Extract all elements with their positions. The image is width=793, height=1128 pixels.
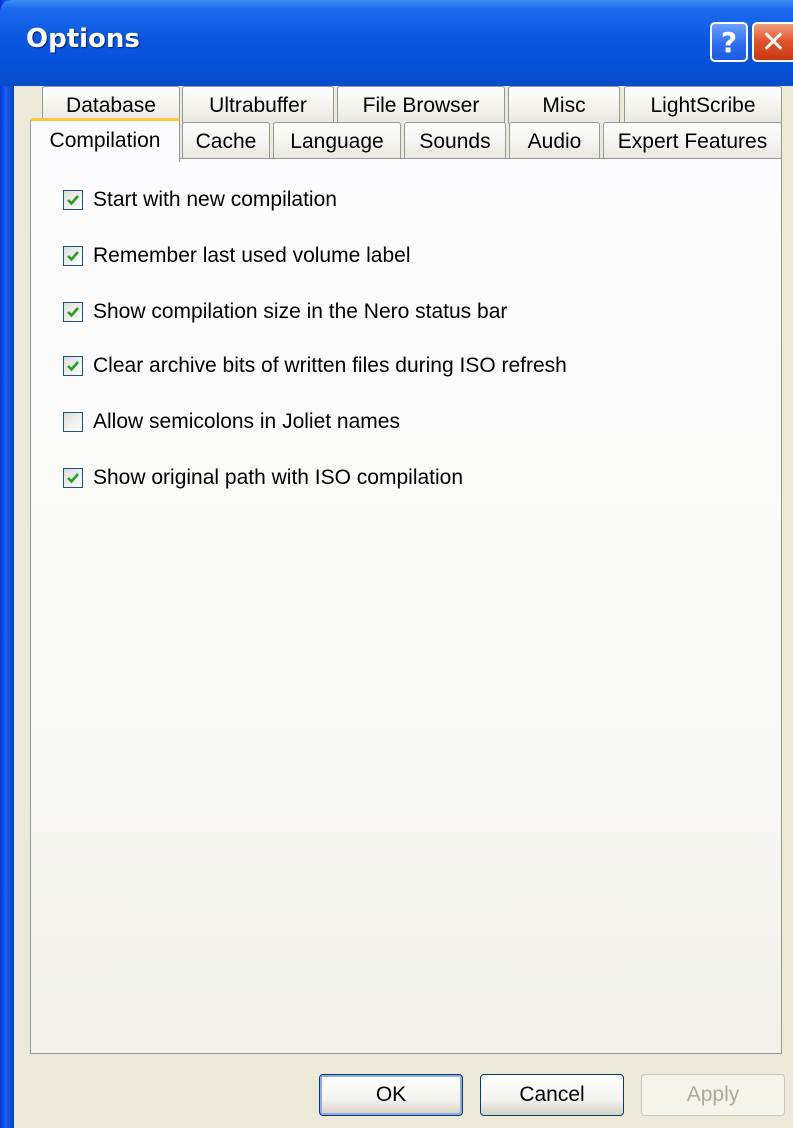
option-label: Show compilation size in the Nero status… [93, 300, 508, 323]
checkmark-icon [67, 195, 79, 206]
tab-label: Compilation [49, 129, 161, 152]
option-label: Start with new compilation [93, 188, 337, 211]
checkbox[interactable] [63, 302, 83, 322]
option-allow-semicolons[interactable]: Allow semicolons in Joliet names [63, 408, 400, 436]
help-button[interactable]: ? [710, 22, 748, 62]
checkbox[interactable] [63, 190, 83, 210]
window-title: Options [26, 24, 140, 54]
option-remember-volume-label[interactable]: Remember last used volume label [63, 242, 410, 270]
option-show-compilation-size[interactable]: Show compilation size in the Nero status… [63, 298, 507, 326]
cancel-button-label: Cancel [519, 1083, 585, 1106]
tab-cache[interactable]: Cache [182, 122, 270, 160]
tab-expert-features[interactable]: Expert Features [603, 122, 782, 160]
checkmark-icon [67, 473, 79, 484]
tab-label: Cache [195, 130, 257, 153]
close-icon: ✕ [760, 24, 787, 60]
checkmark-icon [67, 361, 79, 372]
checkmark-icon [67, 251, 79, 262]
tab-compilation[interactable]: Compilation [30, 118, 180, 162]
window-left-border [0, 0, 14, 1128]
tab-sounds[interactable]: Sounds [404, 122, 506, 160]
compilation-panel: Start with new compilation Remember last… [30, 158, 782, 1054]
apply-button-label: Apply [686, 1083, 740, 1106]
tab-label: Sounds [419, 130, 491, 153]
tab-misc[interactable]: Misc [508, 86, 620, 124]
apply-button[interactable]: Apply [641, 1074, 785, 1116]
tab-label: Ultrabuffer [209, 94, 307, 117]
checkbox[interactable] [63, 412, 83, 432]
tab-language[interactable]: Language [273, 122, 401, 160]
tab-audio[interactable]: Audio [509, 122, 600, 160]
checkbox[interactable] [63, 246, 83, 266]
option-clear-archive-bits[interactable]: Clear archive bits of written files duri… [63, 352, 567, 380]
ok-button-label: OK [375, 1083, 407, 1106]
tab-label: Database [66, 94, 156, 117]
tab-label: File Browser [362, 94, 480, 117]
tab-lightscribe[interactable]: LightScribe [624, 86, 782, 124]
checkbox[interactable] [63, 356, 83, 376]
tab-label: LightScribe [650, 94, 756, 117]
title-bar[interactable]: Options ? ✕ [0, 0, 793, 86]
option-label: Clear archive bits of written files duri… [93, 354, 567, 377]
tab-file-browser[interactable]: File Browser [337, 86, 505, 124]
tab-ultrabuffer[interactable]: Ultrabuffer [182, 86, 334, 124]
tab-label: Language [290, 130, 384, 153]
option-start-new-compilation[interactable]: Start with new compilation [63, 186, 337, 214]
ok-button[interactable]: OK [319, 1074, 463, 1116]
option-label: Allow semicolons in Joliet names [93, 410, 400, 433]
option-show-original-path[interactable]: Show original path with ISO compilation [63, 464, 463, 492]
cancel-button[interactable]: Cancel [480, 1074, 624, 1116]
tab-label: Expert Features [617, 130, 768, 153]
checkmark-icon [67, 307, 79, 318]
checkbox[interactable] [63, 468, 83, 488]
help-icon: ? [720, 25, 738, 59]
option-label: Remember last used volume label [93, 244, 411, 267]
close-button[interactable]: ✕ [752, 22, 793, 62]
tab-label: Audio [527, 130, 582, 153]
option-label: Show original path with ISO compilation [93, 466, 464, 489]
tab-label: Misc [542, 94, 586, 117]
